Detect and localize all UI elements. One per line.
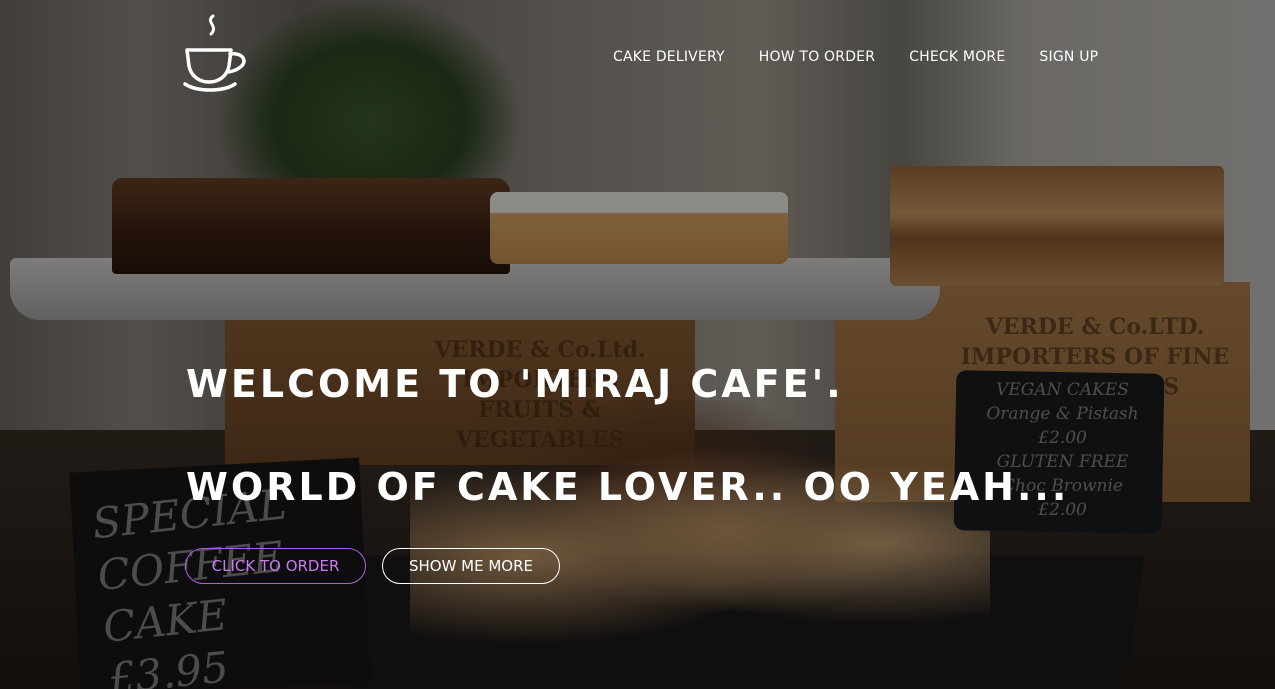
main-nav: CAKE DELIVERY HOW TO ORDER CHECK MORE SI… [596, 44, 1115, 70]
nav-cake-delivery[interactable]: CAKE DELIVERY [613, 49, 725, 65]
dark-overlay [0, 0, 1275, 689]
coffee-cup-icon[interactable] [183, 14, 251, 92]
nav-how-to-order[interactable]: HOW TO ORDER [759, 49, 875, 65]
click-to-order-button[interactable]: CLICK TO ORDER [185, 548, 366, 584]
nav-sign-up[interactable]: SIGN UP [1039, 49, 1098, 65]
hero-headline-welcome: WELCOME TO 'MIRAJ CAFE'. [186, 362, 844, 406]
hero-headline-tagline: WORLD OF CAKE LOVER.. OO YEAH... [186, 465, 1070, 509]
hero-section: VERDE & Co.Ltd. IMPORTERS FRUITS & VEGET… [0, 0, 1275, 689]
show-me-more-button[interactable]: SHOW ME MORE [382, 548, 560, 584]
nav-check-more[interactable]: CHECK MORE [909, 49, 1005, 65]
